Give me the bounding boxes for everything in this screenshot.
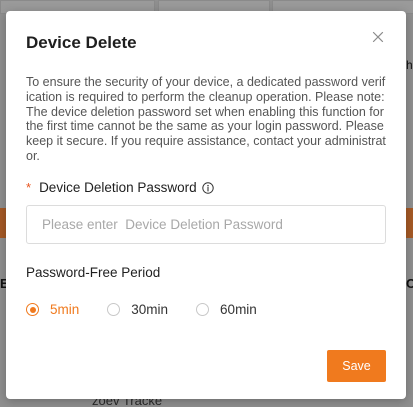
- radio-option-60min[interactable]: 60min: [196, 302, 257, 317]
- radio-button-selected[interactable]: [26, 303, 39, 316]
- save-button[interactable]: Save: [327, 350, 386, 382]
- dialog-description: To ensure the security of your device, a…: [26, 75, 386, 163]
- radio-label: 5min: [50, 302, 80, 317]
- password-free-period-label: Password-Free Period: [26, 265, 161, 280]
- close-button[interactable]: [370, 29, 386, 45]
- required-mark: *: [26, 180, 32, 195]
- device-delete-dialog: Device Delete To ensure the security of …: [6, 11, 406, 399]
- radio-option-30min[interactable]: 30min: [107, 302, 168, 317]
- background-text: h: [406, 58, 413, 72]
- radio-button[interactable]: [196, 303, 210, 316]
- radio-label: 60min: [220, 302, 257, 317]
- password-free-period-radio-group: 5min 30min 60min: [26, 302, 285, 317]
- password-field-label: Device Deletion Password: [39, 180, 197, 195]
- background-text: C: [406, 276, 413, 291]
- radio-option-5min[interactable]: 5min: [26, 302, 79, 317]
- radio-button[interactable]: [107, 303, 121, 316]
- radio-label: 30min: [131, 302, 169, 317]
- background-orange-bar: [406, 208, 413, 238]
- close-icon: [372, 31, 384, 43]
- info-circle-icon[interactable]: [201, 181, 214, 194]
- password-field-label-row: * Device Deletion Password: [26, 180, 214, 195]
- device-deletion-password-input[interactable]: [26, 205, 386, 244]
- dialog-title: Device Delete: [26, 33, 137, 52]
